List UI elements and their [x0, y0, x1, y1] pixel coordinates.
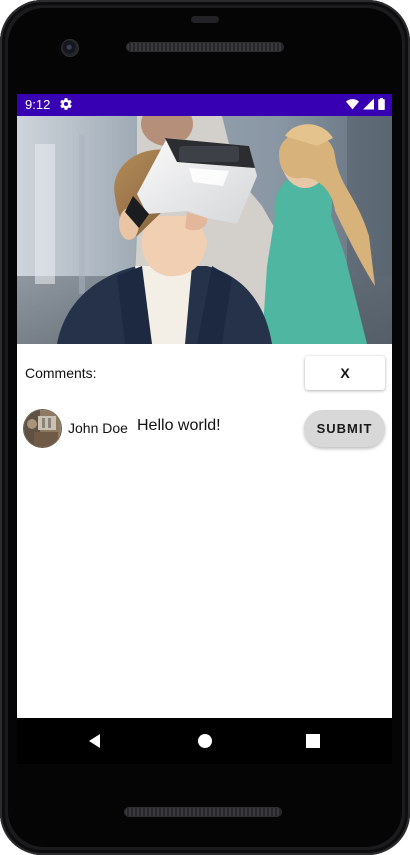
status-time: 9:12 — [25, 97, 51, 112]
comment-item: John Doe Hello world! SUBMIT — [17, 406, 392, 458]
status-bar: 9:12 — [17, 94, 392, 116]
signal-icon — [363, 98, 374, 110]
top-notch — [191, 16, 219, 23]
status-icons — [346, 98, 385, 110]
home-icon[interactable] — [195, 731, 215, 751]
hero-image — [17, 116, 392, 344]
avatar — [24, 410, 61, 447]
user-avatar-photo — [24, 410, 61, 447]
battery-icon — [378, 98, 385, 110]
close-comments-button[interactable]: X — [305, 356, 385, 390]
back-icon[interactable] — [85, 731, 105, 751]
app-screen: 9:12 Comments: X John Doe Hello world! S… — [17, 94, 392, 718]
comment-author: John Doe — [68, 420, 128, 436]
submit-button[interactable]: SUBMIT — [304, 410, 385, 447]
system-navigation-bar — [17, 718, 392, 764]
bottom-speaker-grill — [125, 808, 281, 816]
top-speaker-grill — [127, 43, 283, 51]
recents-icon[interactable] — [303, 731, 323, 751]
settings-gear-icon — [60, 98, 72, 110]
comments-header: Comments: X — [17, 356, 392, 390]
comment-text: Hello world! — [137, 417, 221, 434]
comments-label: Comments: — [25, 365, 97, 381]
phone-frame: 9:12 Comments: X John Doe Hello world! S… — [0, 0, 410, 855]
wifi-icon — [346, 99, 359, 110]
vr-headset-photo — [17, 116, 392, 344]
front-camera — [62, 40, 78, 56]
